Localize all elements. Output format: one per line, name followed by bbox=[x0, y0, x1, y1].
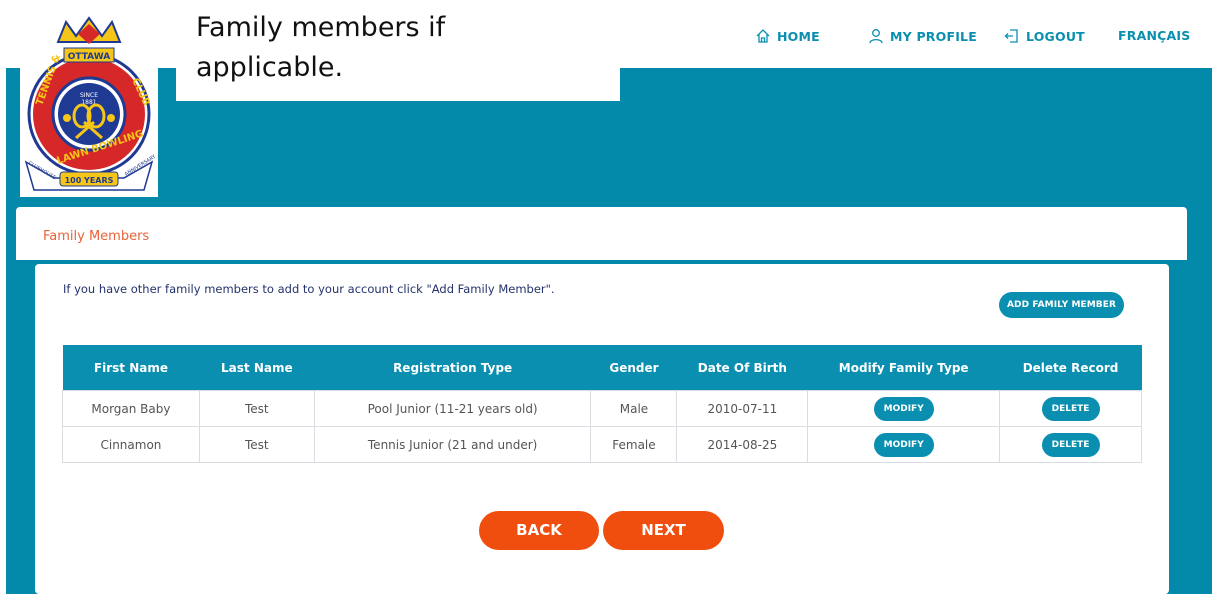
cell-delete: DELETE bbox=[999, 390, 1142, 427]
table-header-row: First Name Last Name Registration Type G… bbox=[62, 345, 1142, 391]
header-modify-family-type: Modify Family Type bbox=[807, 345, 1000, 391]
home-icon bbox=[756, 29, 770, 43]
cell-first-name: Cinnamon bbox=[62, 426, 200, 463]
logout-icon bbox=[1004, 29, 1018, 43]
cell-last-name: Test bbox=[198, 426, 315, 463]
nav-profile-link[interactable]: MY PROFILE bbox=[868, 28, 977, 44]
user-icon bbox=[869, 29, 883, 44]
header-date-of-birth: Date Of Birth bbox=[676, 345, 808, 391]
cell-modify: MODIFY bbox=[807, 390, 1001, 427]
modify-button[interactable]: MODIFY bbox=[873, 432, 934, 457]
family-members-panel-header bbox=[16, 207, 1187, 260]
family-members-table: First Name Last Name Registration Type G… bbox=[62, 345, 1142, 463]
nav-language-label: FRANÇAIS bbox=[1118, 28, 1191, 43]
header-gender: Gender bbox=[590, 345, 677, 391]
cell-first-name: Morgan Baby bbox=[62, 390, 200, 427]
cell-registration-type: Tennis Junior (21 and under) bbox=[313, 426, 592, 463]
table-row: Cinnamon Test Tennis Junior (21 and unde… bbox=[62, 426, 1142, 463]
modify-button[interactable]: MODIFY bbox=[873, 396, 934, 421]
header-last-name: Last Name bbox=[199, 345, 315, 391]
delete-button[interactable]: DELETE bbox=[1041, 432, 1100, 457]
cell-modify: MODIFY bbox=[807, 426, 1001, 463]
header-first-name: First Name bbox=[62, 345, 200, 391]
instruction-text: If you have other family members to add … bbox=[63, 282, 555, 296]
cell-registration-type: Pool Junior (11-21 years old) bbox=[313, 390, 592, 427]
logo-ribbon-text: 100 YEARS bbox=[65, 176, 114, 185]
table-row: Morgan Baby Test Pool Junior (11-21 year… bbox=[62, 390, 1142, 427]
nav-language-link[interactable]: FRANÇAIS bbox=[1118, 28, 1190, 43]
club-crest-icon: OTTAWA SINCE 1881 TENNIS & LAWN BOWLING … bbox=[24, 16, 158, 191]
cell-gender: Male bbox=[590, 390, 678, 427]
nav-profile-label: MY PROFILE bbox=[890, 28, 977, 44]
panel-title: Family Members bbox=[43, 229, 150, 244]
nav-home-link[interactable]: HOME bbox=[755, 28, 820, 44]
cell-date-of-birth: 2010-07-11 bbox=[676, 390, 809, 427]
cell-delete: DELETE bbox=[999, 426, 1142, 463]
logo-since-text: SINCE bbox=[80, 92, 98, 99]
next-button[interactable]: NEXT bbox=[603, 511, 724, 550]
nav-logout-link[interactable]: LOGOUT bbox=[1004, 28, 1085, 44]
nav-home-label: HOME bbox=[777, 28, 820, 44]
annotation-callout-text: Family members if applicable. bbox=[196, 12, 446, 83]
header-registration-type: Registration Type bbox=[314, 345, 591, 391]
header-delete-record: Delete Record bbox=[999, 345, 1142, 391]
back-button[interactable]: BACK bbox=[479, 511, 599, 550]
delete-button[interactable]: DELETE bbox=[1041, 396, 1100, 421]
club-logo[interactable]: OTTAWA SINCE 1881 TENNIS & LAWN BOWLING … bbox=[20, 14, 158, 197]
panel-divider bbox=[16, 260, 1187, 262]
cell-gender: Female bbox=[590, 426, 678, 463]
cell-last-name: Test bbox=[198, 390, 315, 427]
cell-date-of-birth: 2014-08-25 bbox=[676, 426, 809, 463]
add-family-member-button[interactable]: ADD FAMILY MEMBER bbox=[999, 292, 1124, 318]
nav-logout-label: LOGOUT bbox=[1026, 28, 1085, 44]
logo-ottawa-text: OTTAWA bbox=[68, 52, 111, 62]
